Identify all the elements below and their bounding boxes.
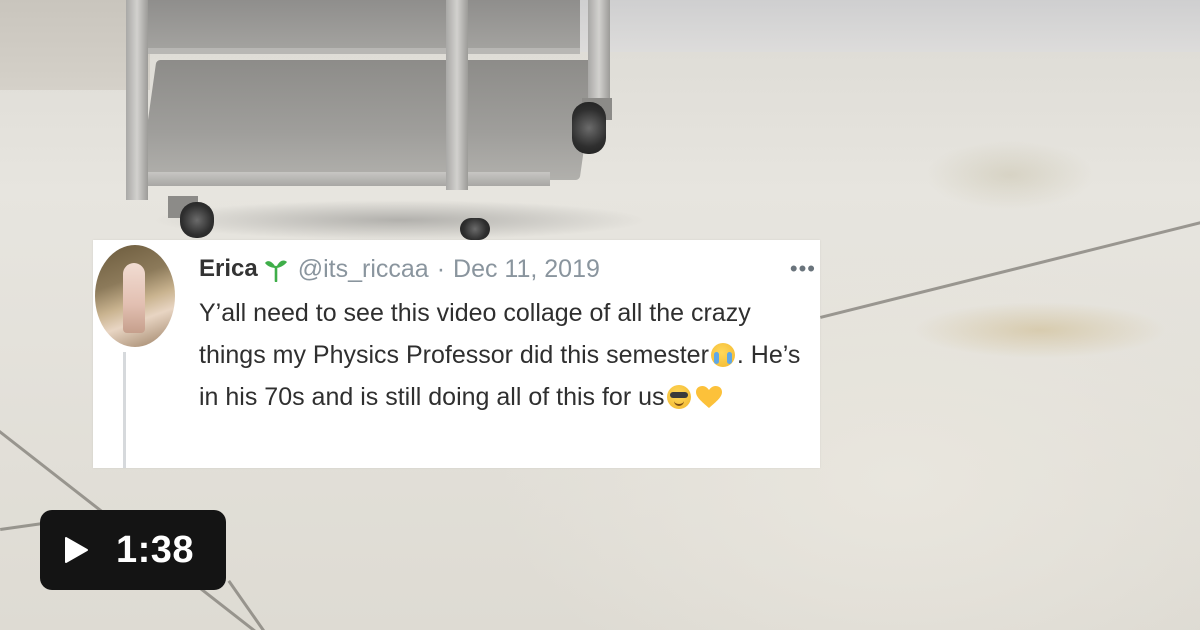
cart-edge: [130, 172, 550, 186]
background-wall: [560, 0, 1200, 52]
sprout-icon: [264, 256, 288, 283]
thread-line: [123, 352, 126, 468]
tweet-text-part1: Y’all need to see this video collage of …: [199, 299, 751, 369]
tweet-header: Erica @its_riccaa · Dec 11, 2019: [199, 252, 600, 286]
cart-shadow: [150, 200, 650, 240]
cart-wheel: [572, 102, 606, 154]
video-thumbnail[interactable]: Erica @its_riccaa · Dec 11, 2019 ••• Y’a…: [0, 0, 1200, 630]
cart-shelf-bottom: [139, 60, 597, 180]
cart-wheel: [180, 202, 214, 238]
crying-face-emoji-icon: [710, 343, 735, 367]
cart-leg: [126, 0, 148, 200]
display-name[interactable]: Erica: [199, 255, 258, 283]
yellow-heart-emoji-icon: [695, 380, 723, 408]
tweet-date[interactable]: Dec 11, 2019: [453, 255, 600, 284]
cart-leg: [446, 0, 468, 190]
avatar[interactable]: [95, 245, 175, 347]
cart-shelf-top: [140, 0, 580, 54]
play-icon: [62, 536, 90, 564]
sunglasses-face-emoji-icon: [666, 385, 691, 409]
avatar-photo: [123, 263, 145, 333]
play-button[interactable]: 1:38: [40, 510, 226, 590]
cart-leg: [588, 0, 610, 112]
metal-cart: [120, 0, 650, 250]
separator-dot: ·: [436, 254, 446, 283]
user-handle[interactable]: @its_riccaa: [298, 255, 429, 284]
floor-seam: [820, 219, 1200, 319]
floor-seam: [227, 580, 276, 630]
cart-wheel: [460, 218, 490, 240]
tweet-card: Erica @its_riccaa · Dec 11, 2019 ••• Y’a…: [93, 240, 820, 468]
tweet-text: Y’all need to see this video collage of …: [199, 292, 809, 418]
more-options-icon[interactable]: •••: [790, 258, 816, 280]
video-duration: 1:38: [116, 529, 195, 571]
